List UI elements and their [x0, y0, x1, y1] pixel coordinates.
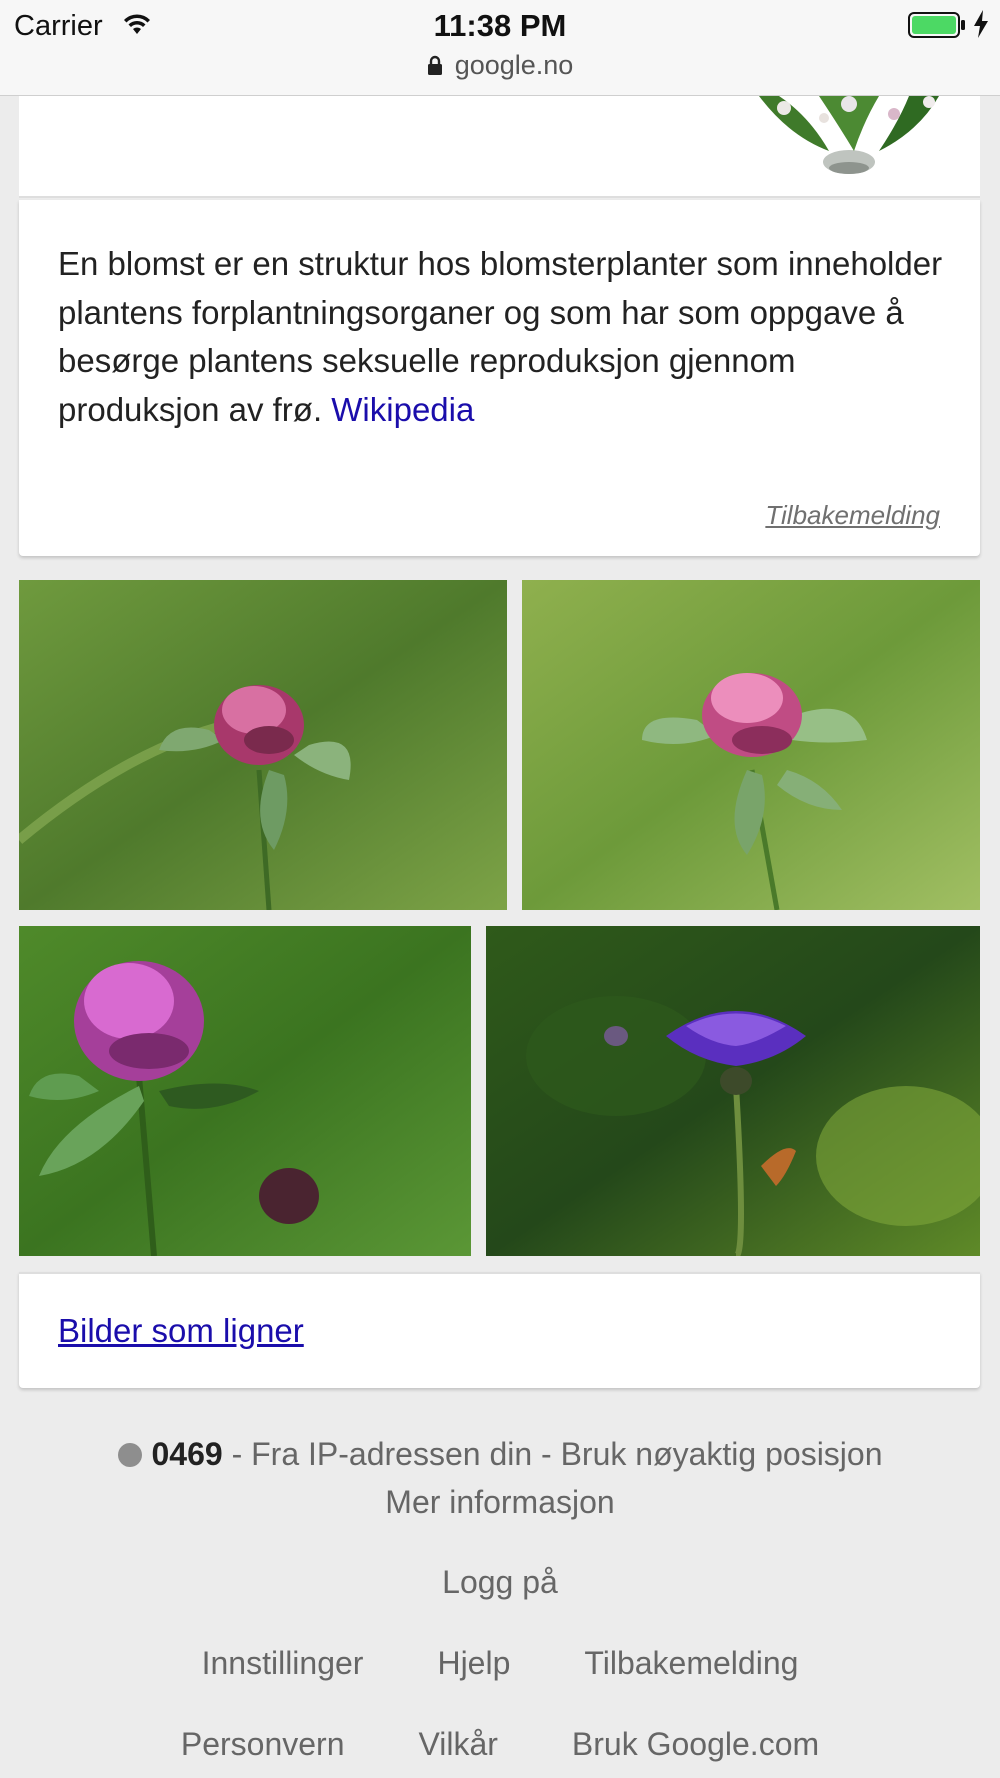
- location-source-text[interactable]: - Fra IP-adressen din - Bruk nøyaktig po…: [223, 1436, 883, 1472]
- use-google-com-link[interactable]: Bruk Google.com: [572, 1726, 819, 1763]
- footer: 0469 - Fra IP-adressen din - Bruk nøyakt…: [0, 1430, 1000, 1763]
- description-body: En blomst er en struktur hos blomsterpla…: [58, 245, 943, 428]
- similar-images-card: Bilder som ligner: [19, 1272, 980, 1388]
- knowledge-panel-header: [19, 96, 980, 198]
- footer-links-row: Personvern Vilkår Bruk Google.com: [0, 1726, 1000, 1763]
- url-text: google.no: [454, 50, 574, 80]
- settings-link[interactable]: Innstillinger: [202, 1645, 364, 1682]
- red-clover-image[interactable]: [522, 580, 980, 910]
- location-dot-icon: [117, 1443, 142, 1467]
- location-line: 0469 - Fra IP-adressen din - Bruk nøyakt…: [0, 1430, 1000, 1478]
- status-bar: Carrier 11:38 PM google.no: [0, 0, 1000, 96]
- footer-links-row: Innstillinger Hjelp Tilbakemelding: [0, 1645, 1000, 1682]
- clock: 11:38 PM: [433, 8, 567, 43]
- charging-bolt-icon: [974, 10, 988, 38]
- knowledge-panel-description: En blomst er en struktur hos blomsterpla…: [19, 200, 980, 556]
- red-clover-image[interactable]: [19, 580, 507, 910]
- help-link[interactable]: Hjelp: [437, 1645, 510, 1682]
- similar-images-link[interactable]: Bilder som ligner: [58, 1312, 304, 1350]
- wikipedia-link[interactable]: Wikipedia: [331, 391, 474, 428]
- more-info-link[interactable]: Mer informasjon: [0, 1478, 1000, 1526]
- feedback-link[interactable]: Tilbakemelding: [765, 500, 940, 531]
- postal-code: 0469: [151, 1436, 223, 1472]
- description-text: En blomst er en struktur hos blomsterpla…: [58, 240, 948, 434]
- flower-bouquet-thumbnail[interactable]: [729, 96, 979, 176]
- address-bar[interactable]: google.no: [0, 50, 1000, 81]
- login-link[interactable]: Logg på: [0, 1564, 1000, 1601]
- terms-link[interactable]: Vilkår: [418, 1726, 497, 1763]
- footer-feedback-link[interactable]: Tilbakemelding: [584, 1645, 798, 1682]
- purple-clover-image[interactable]: [19, 926, 471, 1256]
- battery-icon: [908, 12, 965, 38]
- lock-icon: [427, 55, 442, 75]
- privacy-link[interactable]: Personvern: [181, 1726, 345, 1763]
- cornflower-image[interactable]: [486, 926, 980, 1256]
- image-grid: [19, 580, 980, 1257]
